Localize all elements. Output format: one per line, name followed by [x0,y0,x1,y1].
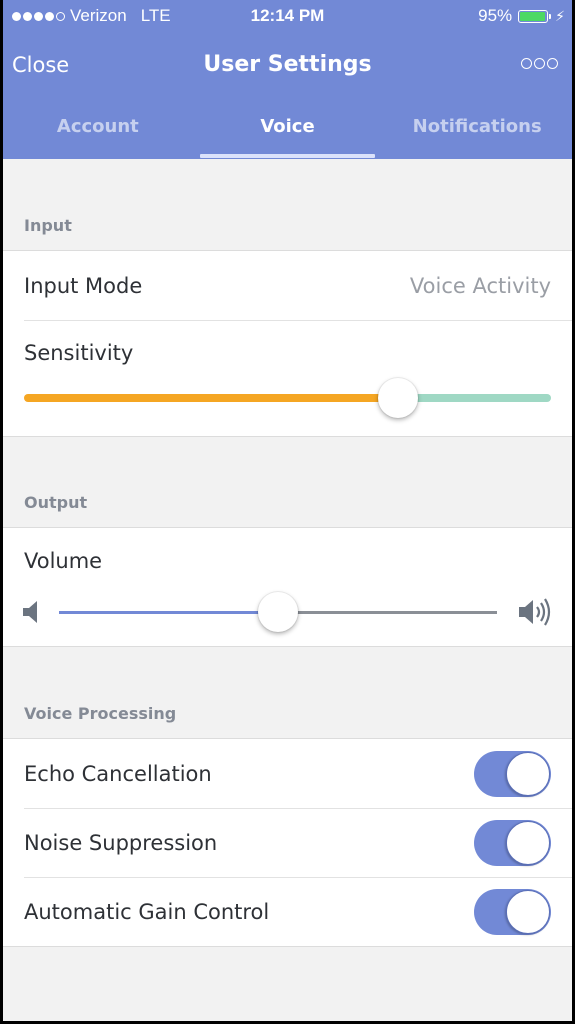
page-title: User Settings [203,52,372,77]
section-header-voice-processing: Voice Processing [24,704,177,723]
toggle-knob [506,889,550,934]
automatic-gain-control-toggle[interactable] [474,888,551,935]
tab-account[interactable]: Account [3,116,193,159]
toggle-knob [506,820,550,865]
echo-cancellation-row: Echo Cancellation [3,739,572,808]
speaker-high-icon [519,598,551,626]
section-header-output: Output [24,493,88,512]
toggle-label: Echo Cancellation [24,761,212,786]
toggle-label: Automatic Gain Control [24,899,270,924]
input-group: Input Mode Voice Activity Sensitivity [3,250,572,437]
section-header-input: Input [24,216,72,235]
battery-percent: 95% [478,6,513,25]
output-group: Volume [3,527,572,647]
tab-label: Voice [260,116,315,137]
more-dot [521,58,532,69]
input-mode-label: Input Mode [24,273,143,298]
input-mode-row[interactable]: Input Mode Voice Activity [3,251,572,320]
status-right: 95% ⚡︎ [478,6,565,26]
toggle-knob [506,751,550,796]
battery-icon [518,9,549,23]
battery-fill [520,11,545,21]
automatic-gain-control-row: Automatic Gain Control [3,877,572,946]
echo-cancellation-toggle[interactable] [474,750,551,797]
noise-suppression-row: Noise Suppression [3,808,572,877]
battery-tip [549,13,552,19]
sensitivity-row: Sensitivity [3,320,572,436]
tab-label: Account [56,116,139,137]
volume-track-inactive[interactable] [278,611,497,614]
more-options-icon[interactable] [521,58,558,69]
toggle-label: Noise Suppression [24,830,218,855]
speaker-low-icon [23,601,37,623]
more-dot [534,58,545,69]
settings-tabs: Account Voice Notifications [3,116,572,159]
noise-suppression-toggle[interactable] [474,819,551,866]
sensitivity-label: Sensitivity [24,341,134,365]
close-button[interactable]: Close [12,53,69,77]
volume-row: Volume [3,528,572,646]
tab-voice[interactable]: Voice [193,116,383,159]
sensitivity-track-inactive[interactable] [398,394,551,402]
bolt-icon: ⚡︎ [555,7,565,24]
volume-label: Volume [24,549,103,573]
volume-track-active[interactable] [59,611,278,614]
navigation-bar: Close User Settings Account Voice Notifi… [3,34,572,159]
more-dot [547,58,558,69]
screen: Verizon LTE 12:14 PM 95% ⚡︎ Close User S… [3,0,572,1021]
tab-notifications[interactable]: Notifications [382,116,572,159]
volume-slider-thumb[interactable] [258,592,298,632]
input-mode-value[interactable]: Voice Activity [410,274,551,298]
status-bar: Verizon LTE 12:14 PM 95% ⚡︎ [3,0,572,34]
sensitivity-slider-thumb[interactable] [378,378,419,418]
tab-label: Notifications [412,116,542,137]
voice-processing-group: Echo Cancellation Noise Suppression Auto… [3,738,572,947]
active-tab-indicator [199,154,376,158]
sensitivity-track-active[interactable] [24,394,399,402]
